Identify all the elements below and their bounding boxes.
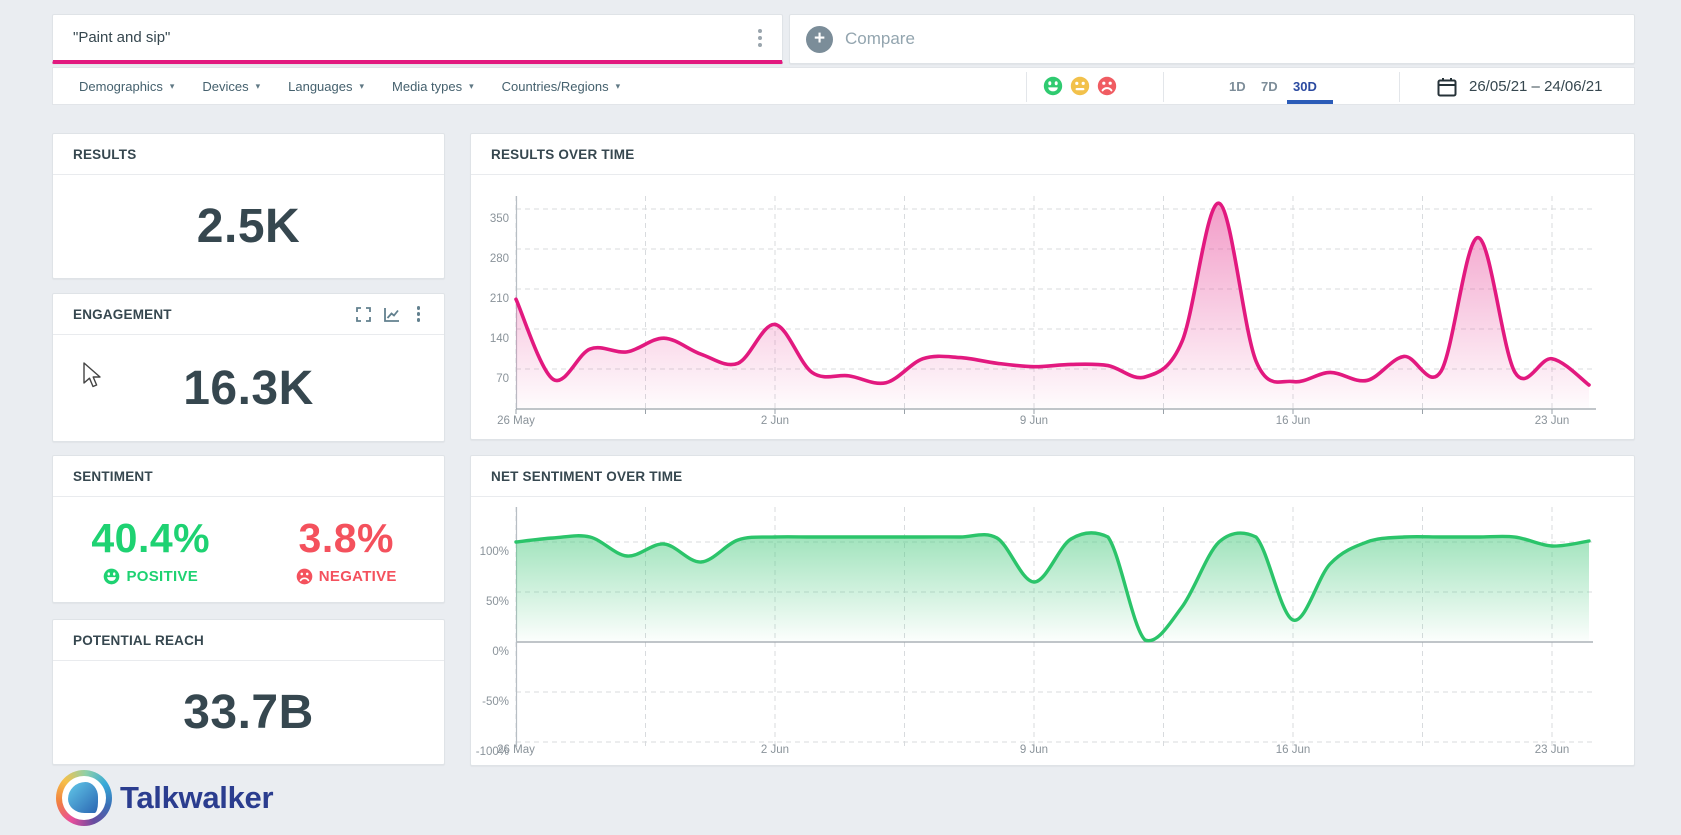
svg-text:210: 210 bbox=[490, 293, 509, 305]
results-body: 2.5K bbox=[53, 175, 444, 278]
svg-text:280: 280 bbox=[490, 253, 509, 265]
engagement-body: 16.3K bbox=[53, 335, 444, 441]
sentiment-title: SENTIMENT bbox=[73, 469, 153, 484]
engagement-card: ENGAGEMENT 16.3K bbox=[52, 293, 445, 442]
selected-range-underline bbox=[1287, 100, 1333, 104]
brand-name: Talkwalker bbox=[120, 780, 273, 816]
svg-text:9 Jun: 9 Jun bbox=[1020, 744, 1048, 756]
neutral-sentiment-icon[interactable] bbox=[1070, 76, 1090, 96]
plus-icon: + bbox=[806, 26, 833, 53]
svg-text:9 Jun: 9 Jun bbox=[1020, 415, 1048, 427]
svg-text:70: 70 bbox=[496, 373, 509, 385]
potential-reach-card: POTENTIAL REACH 33.7B bbox=[52, 619, 445, 765]
svg-text:140: 140 bbox=[490, 333, 509, 345]
sentiment-body: 40.4% POSITIVE 3.8% NEGATIVE bbox=[53, 497, 444, 602]
positive-face-icon bbox=[103, 568, 120, 585]
filter-bar: Demographics▾ Devices▾ Languages▾ Media … bbox=[52, 67, 1635, 105]
svg-text:100%: 100% bbox=[480, 546, 509, 558]
svg-text:50%: 50% bbox=[486, 596, 509, 608]
compare-button[interactable]: + Compare bbox=[789, 14, 1635, 64]
search-query[interactable]: "Paint and sip" bbox=[53, 29, 170, 46]
sentiment-card-header: SENTIMENT bbox=[53, 456, 444, 497]
negative-face-icon bbox=[296, 568, 313, 585]
chevron-down-icon: ▾ bbox=[616, 81, 621, 92]
line-chart-icon[interactable] bbox=[384, 307, 400, 322]
card-menu-kebab-icon[interactable] bbox=[413, 302, 425, 326]
net-sentiment-chart[interactable]: 100%50%0%-50%-100%26 May2 Jun9 Jun16 Jun… bbox=[471, 501, 1626, 763]
filter-media-types[interactable]: Media types▾ bbox=[378, 68, 488, 104]
results-title: RESULTS bbox=[73, 147, 136, 162]
svg-text:-50%: -50% bbox=[482, 696, 509, 708]
separator bbox=[1163, 72, 1164, 102]
svg-text:26 May: 26 May bbox=[497, 415, 535, 427]
positive-label-row: POSITIVE bbox=[103, 568, 198, 585]
net-sentiment-card: NET SENTIMENT OVER TIME 100%50%0%-50%-10… bbox=[470, 455, 1635, 766]
talkwalker-swirl-icon bbox=[56, 770, 112, 826]
svg-text:350: 350 bbox=[490, 213, 509, 225]
potential-reach-value: 33.7B bbox=[183, 685, 314, 740]
svg-text:23 Jun: 23 Jun bbox=[1535, 744, 1570, 756]
sentiment-card: SENTIMENT 40.4% POSITIVE 3.8% NEGATIVE bbox=[52, 455, 445, 603]
positive-sentiment-icon[interactable] bbox=[1043, 76, 1063, 96]
engagement-card-header: ENGAGEMENT bbox=[53, 294, 444, 335]
svg-text:23 Jun: 23 Jun bbox=[1535, 415, 1570, 427]
svg-text:0%: 0% bbox=[492, 646, 509, 658]
results-over-time-header: RESULTS OVER TIME bbox=[471, 134, 1634, 175]
negative-value: 3.8% bbox=[299, 515, 394, 562]
results-over-time-title: RESULTS OVER TIME bbox=[491, 147, 634, 162]
svg-text:16 Jun: 16 Jun bbox=[1276, 415, 1311, 427]
filter-languages[interactable]: Languages▾ bbox=[274, 68, 378, 104]
svg-text:2 Jun: 2 Jun bbox=[761, 415, 789, 427]
chevron-down-icon: ▾ bbox=[170, 81, 175, 92]
net-sentiment-header: NET SENTIMENT OVER TIME bbox=[471, 456, 1634, 497]
svg-text:26 May: 26 May bbox=[497, 744, 535, 756]
potential-reach-card-header: POTENTIAL REACH bbox=[53, 620, 444, 661]
results-card: RESULTS 2.5K bbox=[52, 133, 445, 279]
results-over-time-card: RESULTS OVER TIME 70 140 210 280 350 26 May 2 … bbox=[470, 133, 1635, 440]
results-value: 2.5K bbox=[197, 199, 300, 254]
filter-devices[interactable]: Devices▾ bbox=[188, 68, 274, 104]
positive-value: 40.4% bbox=[91, 515, 210, 562]
time-range-7d[interactable]: 7D bbox=[1261, 68, 1278, 104]
results-card-header: RESULTS bbox=[53, 134, 444, 175]
engagement-title: ENGAGEMENT bbox=[73, 307, 172, 322]
net-sentiment-title: NET SENTIMENT OVER TIME bbox=[491, 469, 682, 484]
search-options-kebab-icon[interactable] bbox=[752, 23, 768, 53]
talkwalker-logo: Talkwalker bbox=[56, 770, 273, 826]
time-range-30d[interactable]: 30D bbox=[1293, 68, 1317, 104]
chevron-down-icon: ▾ bbox=[256, 81, 261, 92]
negative-sentiment-icon[interactable] bbox=[1097, 76, 1117, 96]
potential-reach-body: 33.7B bbox=[53, 661, 444, 764]
engagement-value: 16.3K bbox=[183, 361, 314, 416]
potential-reach-title: POTENTIAL REACH bbox=[73, 633, 204, 648]
negative-sentiment-block: 3.8% NEGATIVE bbox=[249, 497, 445, 602]
results-over-time-chart[interactable]: 70 140 210 280 350 26 May 2 Jun 9 Jun 16 Jun 23 J… bbox=[471, 184, 1626, 431]
svg-text:2 Jun: 2 Jun bbox=[761, 744, 789, 756]
svg-text:16 Jun: 16 Jun bbox=[1276, 744, 1311, 756]
negative-label-row: NEGATIVE bbox=[296, 568, 397, 585]
filter-countries-regions[interactable]: Countries/Regions▾ bbox=[488, 68, 634, 104]
positive-sentiment-block: 40.4% POSITIVE bbox=[53, 497, 249, 602]
chevron-down-icon: ▾ bbox=[359, 81, 364, 92]
search-box[interactable]: "Paint and sip" bbox=[52, 14, 783, 64]
expand-icon[interactable] bbox=[356, 307, 371, 322]
time-range-1d[interactable]: 1D bbox=[1229, 68, 1246, 104]
filter-demographics[interactable]: Demographics▾ bbox=[65, 68, 188, 104]
separator bbox=[1399, 72, 1400, 102]
date-range[interactable]: 26/05/21 – 24/06/21 bbox=[1469, 68, 1602, 104]
chevron-down-icon: ▾ bbox=[469, 81, 474, 92]
calendar-icon[interactable] bbox=[1437, 77, 1457, 102]
compare-label: Compare bbox=[845, 29, 915, 49]
filter-dropdowns: Demographics▾ Devices▾ Languages▾ Media … bbox=[65, 68, 634, 104]
separator bbox=[1026, 72, 1027, 102]
